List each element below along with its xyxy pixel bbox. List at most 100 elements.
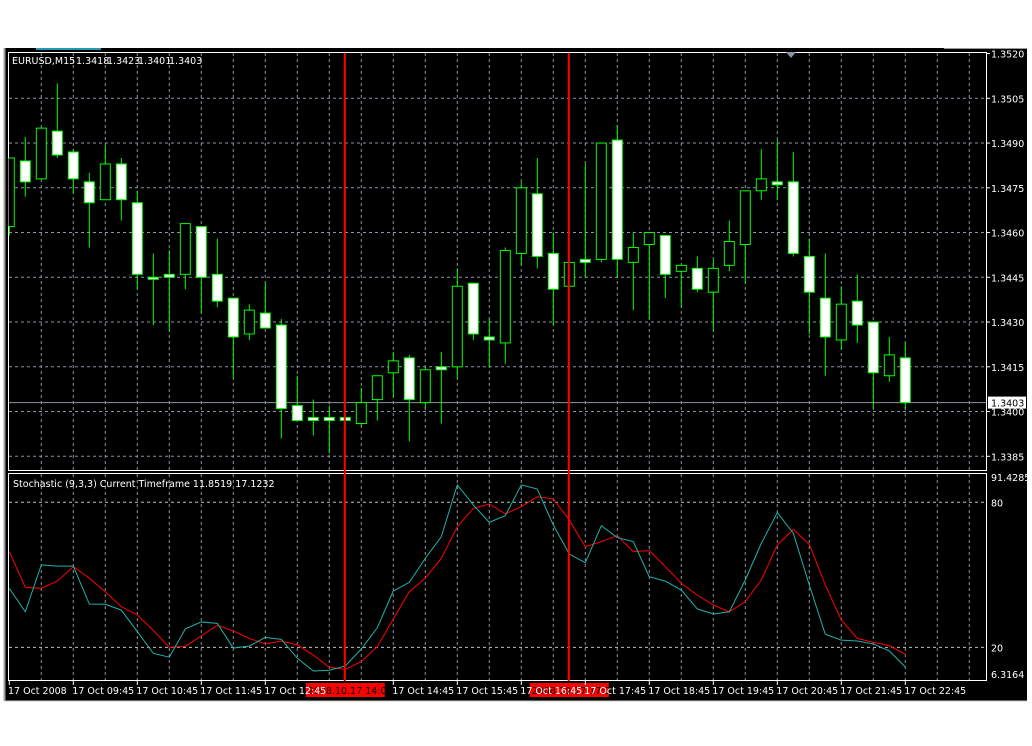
candle[interactable] bbox=[419, 366, 431, 409]
candle[interactable] bbox=[659, 235, 671, 299]
candle[interactable] bbox=[643, 232, 655, 320]
time-label: 17 Oct 14:45 bbox=[392, 686, 454, 697]
candle-body-bear bbox=[467, 282, 479, 335]
time-label: 17 Oct 12:45 bbox=[264, 686, 326, 697]
candle-body-bear bbox=[131, 202, 143, 275]
candle[interactable] bbox=[435, 351, 447, 424]
vertical-lines[interactable]: 2008.10.17 14:00 2008.10.17 17:30 bbox=[305, 53, 617, 697]
candle-body-bear bbox=[227, 297, 239, 338]
stochastic-axis-label: 20 bbox=[991, 643, 1003, 654]
candle-body-bear bbox=[787, 181, 799, 254]
candle-body-bull bbox=[643, 232, 655, 245]
candle[interactable] bbox=[739, 190, 751, 284]
candle[interactable] bbox=[755, 149, 767, 200]
candle[interactable] bbox=[387, 351, 399, 397]
candle[interactable] bbox=[707, 259, 719, 331]
candle[interactable] bbox=[835, 286, 847, 349]
candle[interactable] bbox=[451, 268, 463, 379]
candle-body-bear bbox=[291, 405, 303, 421]
candle[interactable] bbox=[371, 375, 383, 421]
candle[interactable] bbox=[691, 256, 703, 293]
candle-body-bull bbox=[499, 249, 511, 344]
candle-body-bear bbox=[803, 255, 815, 293]
time-label: 17 Oct 19:45 bbox=[712, 686, 774, 697]
candle[interactable] bbox=[195, 226, 207, 314]
candle-body-bull bbox=[451, 285, 463, 368]
price-label: 1.3385 bbox=[991, 452, 1024, 463]
candle[interactable] bbox=[243, 304, 255, 340]
candle-body-bear bbox=[67, 151, 79, 180]
candle[interactable] bbox=[611, 125, 623, 278]
candle[interactable] bbox=[291, 375, 303, 421]
candle[interactable] bbox=[627, 232, 639, 311]
chart-shift-marker-icon[interactable] bbox=[786, 52, 796, 58]
candle[interactable] bbox=[323, 405, 335, 454]
candle[interactable] bbox=[723, 220, 735, 272]
time-label: 17 Oct 11:45 bbox=[200, 686, 262, 697]
candle[interactable] bbox=[131, 190, 143, 290]
candle-body-bear bbox=[115, 163, 127, 201]
candle[interactable] bbox=[531, 157, 543, 269]
candle[interactable] bbox=[899, 342, 911, 409]
stochastic-axis-label: 6.3164 bbox=[991, 670, 1024, 681]
candle[interactable] bbox=[595, 142, 607, 263]
price-label: 1.3505 bbox=[991, 94, 1024, 105]
candle[interactable] bbox=[515, 181, 527, 266]
candle[interactable] bbox=[67, 149, 79, 194]
candle-body-bull bbox=[755, 178, 767, 192]
candle[interactable] bbox=[787, 151, 799, 257]
candle[interactable] bbox=[803, 238, 815, 334]
candle[interactable] bbox=[467, 282, 479, 340]
candle[interactable] bbox=[819, 253, 831, 376]
candle-body-bear bbox=[611, 139, 623, 260]
candle[interactable] bbox=[355, 387, 367, 427]
candle[interactable] bbox=[259, 283, 271, 329]
candle[interactable] bbox=[499, 247, 511, 364]
candle-body-bull bbox=[627, 246, 639, 263]
candle[interactable] bbox=[579, 163, 591, 278]
candle[interactable] bbox=[115, 157, 127, 221]
candle[interactable] bbox=[547, 232, 559, 326]
candle-body-bear bbox=[195, 226, 207, 278]
candle-body-bull bbox=[387, 360, 399, 374]
candle-body-bull bbox=[739, 190, 751, 245]
price-label: 1.3520 bbox=[991, 50, 1024, 61]
candle[interactable] bbox=[867, 321, 879, 409]
candle[interactable] bbox=[771, 140, 783, 200]
candle-body-bear bbox=[435, 366, 447, 371]
price-label: 1.3445 bbox=[991, 273, 1024, 284]
candle[interactable] bbox=[163, 250, 175, 331]
candle[interactable] bbox=[179, 223, 191, 290]
candle[interactable] bbox=[211, 238, 223, 308]
candle[interactable] bbox=[51, 83, 63, 158]
candle-body-bear bbox=[19, 160, 31, 183]
candle[interactable] bbox=[883, 336, 895, 382]
time-label: 17 Oct 22:45 bbox=[904, 686, 966, 697]
candle-body-bear bbox=[691, 267, 703, 290]
candle[interactable] bbox=[851, 274, 863, 343]
stochastic-grid bbox=[9, 474, 986, 680]
candle[interactable] bbox=[99, 146, 111, 201]
candle-body-bear bbox=[51, 130, 63, 156]
candle[interactable] bbox=[4, 157, 15, 236]
candle-body-bear bbox=[403, 357, 415, 401]
candle-body-bear bbox=[259, 312, 271, 329]
candle[interactable] bbox=[227, 297, 239, 379]
candle-body-bear bbox=[147, 276, 159, 280]
ohlc-high: 1.3423 bbox=[107, 56, 140, 67]
candle[interactable] bbox=[83, 172, 95, 248]
candle[interactable] bbox=[275, 319, 287, 439]
time-label: 17 Oct 2008 bbox=[8, 686, 67, 697]
candle[interactable] bbox=[483, 319, 495, 367]
candle-body-bear bbox=[211, 273, 223, 302]
candlestick-chart[interactable]: 2008.10.17 14:00 2008.10.17 17:30 EURUSD,… bbox=[0, 0, 1032, 746]
candle[interactable] bbox=[307, 399, 319, 436]
candle[interactable] bbox=[403, 354, 415, 442]
candle-body-bear bbox=[867, 321, 879, 374]
candle[interactable] bbox=[147, 253, 159, 326]
candle[interactable] bbox=[675, 264, 687, 308]
price-label: 1.3490 bbox=[991, 139, 1024, 150]
candle-body-bear bbox=[531, 193, 543, 257]
candle[interactable] bbox=[35, 127, 47, 180]
candle-body-bull bbox=[243, 309, 255, 335]
